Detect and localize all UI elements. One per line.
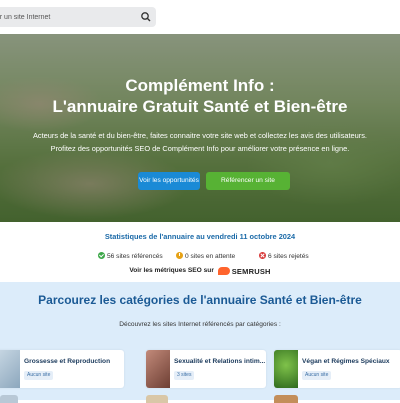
hero-title-line2: L'annuaire Gratuit Santé et Bien-être: [52, 97, 348, 116]
seo-metrics-link[interactable]: Voir les métriques SEO sur SEMRUSH: [0, 267, 400, 276]
x-circle-icon: [259, 252, 266, 259]
search-input[interactable]: [0, 7, 136, 27]
view-opportunities-button[interactable]: Voir les opportunités: [138, 172, 200, 190]
hero-overlay: [0, 34, 400, 222]
category-card-sexualite[interactable]: Sexualité et Relations intim... 3 sites: [146, 350, 266, 388]
clock-circle-icon: [176, 252, 183, 259]
categories-subtitle: Découvrez les sites Internet référencés …: [119, 321, 281, 328]
semrush-logo: SEMRUSH: [217, 267, 271, 276]
category-count-badge: Aucun site: [302, 371, 332, 380]
search-box: [0, 7, 156, 27]
stat-rejected-label: 6 sites rejetés: [268, 253, 309, 260]
hero-description-line2: Profitez des opportunités SEO de Complém…: [50, 144, 350, 153]
hero-description-line1: Acteurs de la santé et du bien-être, fai…: [33, 131, 367, 140]
next-row-card-edge: [0, 395, 18, 403]
category-name: Grossesse et Reproduction: [24, 358, 111, 365]
stat-pending: 0 sites en attente: [176, 252, 235, 260]
stat-referenced: 56 sites référencés: [98, 252, 163, 260]
categories-section: Parcourez les catégories de l'annuaire S…: [0, 282, 400, 403]
stat-referenced-label: 56 sites référencés: [107, 253, 163, 260]
reference-site-button[interactable]: Référencer un site: [206, 172, 290, 190]
hero-banner: Complément Info : L'annuaire Gratuit San…: [0, 34, 400, 222]
stat-rejected: 6 sites rejetés: [259, 252, 309, 260]
stats-title: Statistiques de l'annuaire au vendredi 1…: [104, 232, 296, 241]
stat-pending-label: 0 sites en attente: [185, 253, 236, 260]
top-bar: [0, 0, 400, 34]
category-name: Végan et Régimes Spéciaux: [302, 358, 390, 365]
next-row-card-edge: [274, 395, 298, 403]
stats-section: Statistiques de l'annuaire au vendredi 1…: [0, 222, 400, 282]
semrush-wordmark: SEMRUSH: [231, 267, 271, 276]
categories-title: Parcourez les catégories de l'annuaire S…: [38, 293, 362, 307]
semrush-flame-icon: [217, 267, 230, 275]
check-circle-icon: [98, 252, 105, 259]
category-count-badge: Aucun site: [24, 371, 54, 380]
category-count-badge: 3 sites: [174, 371, 195, 380]
next-row-card-edge: [146, 395, 168, 403]
search-button[interactable]: [138, 9, 154, 25]
pregnancy-photo: [0, 350, 20, 388]
search-icon: [141, 12, 151, 22]
couple-photo: [146, 350, 170, 388]
vegan-photo: [274, 350, 298, 388]
seo-metrics-text: Voir les métriques SEO sur: [129, 267, 214, 274]
category-name: Sexualité et Relations intim...: [174, 358, 266, 365]
category-card-vegan[interactable]: Végan et Régimes Spéciaux Aucun site: [274, 350, 400, 388]
hero-title-line1: Complément Info :: [125, 76, 275, 95]
category-card-grossesse[interactable]: Grossesse et Reproduction Aucun site: [0, 350, 124, 388]
